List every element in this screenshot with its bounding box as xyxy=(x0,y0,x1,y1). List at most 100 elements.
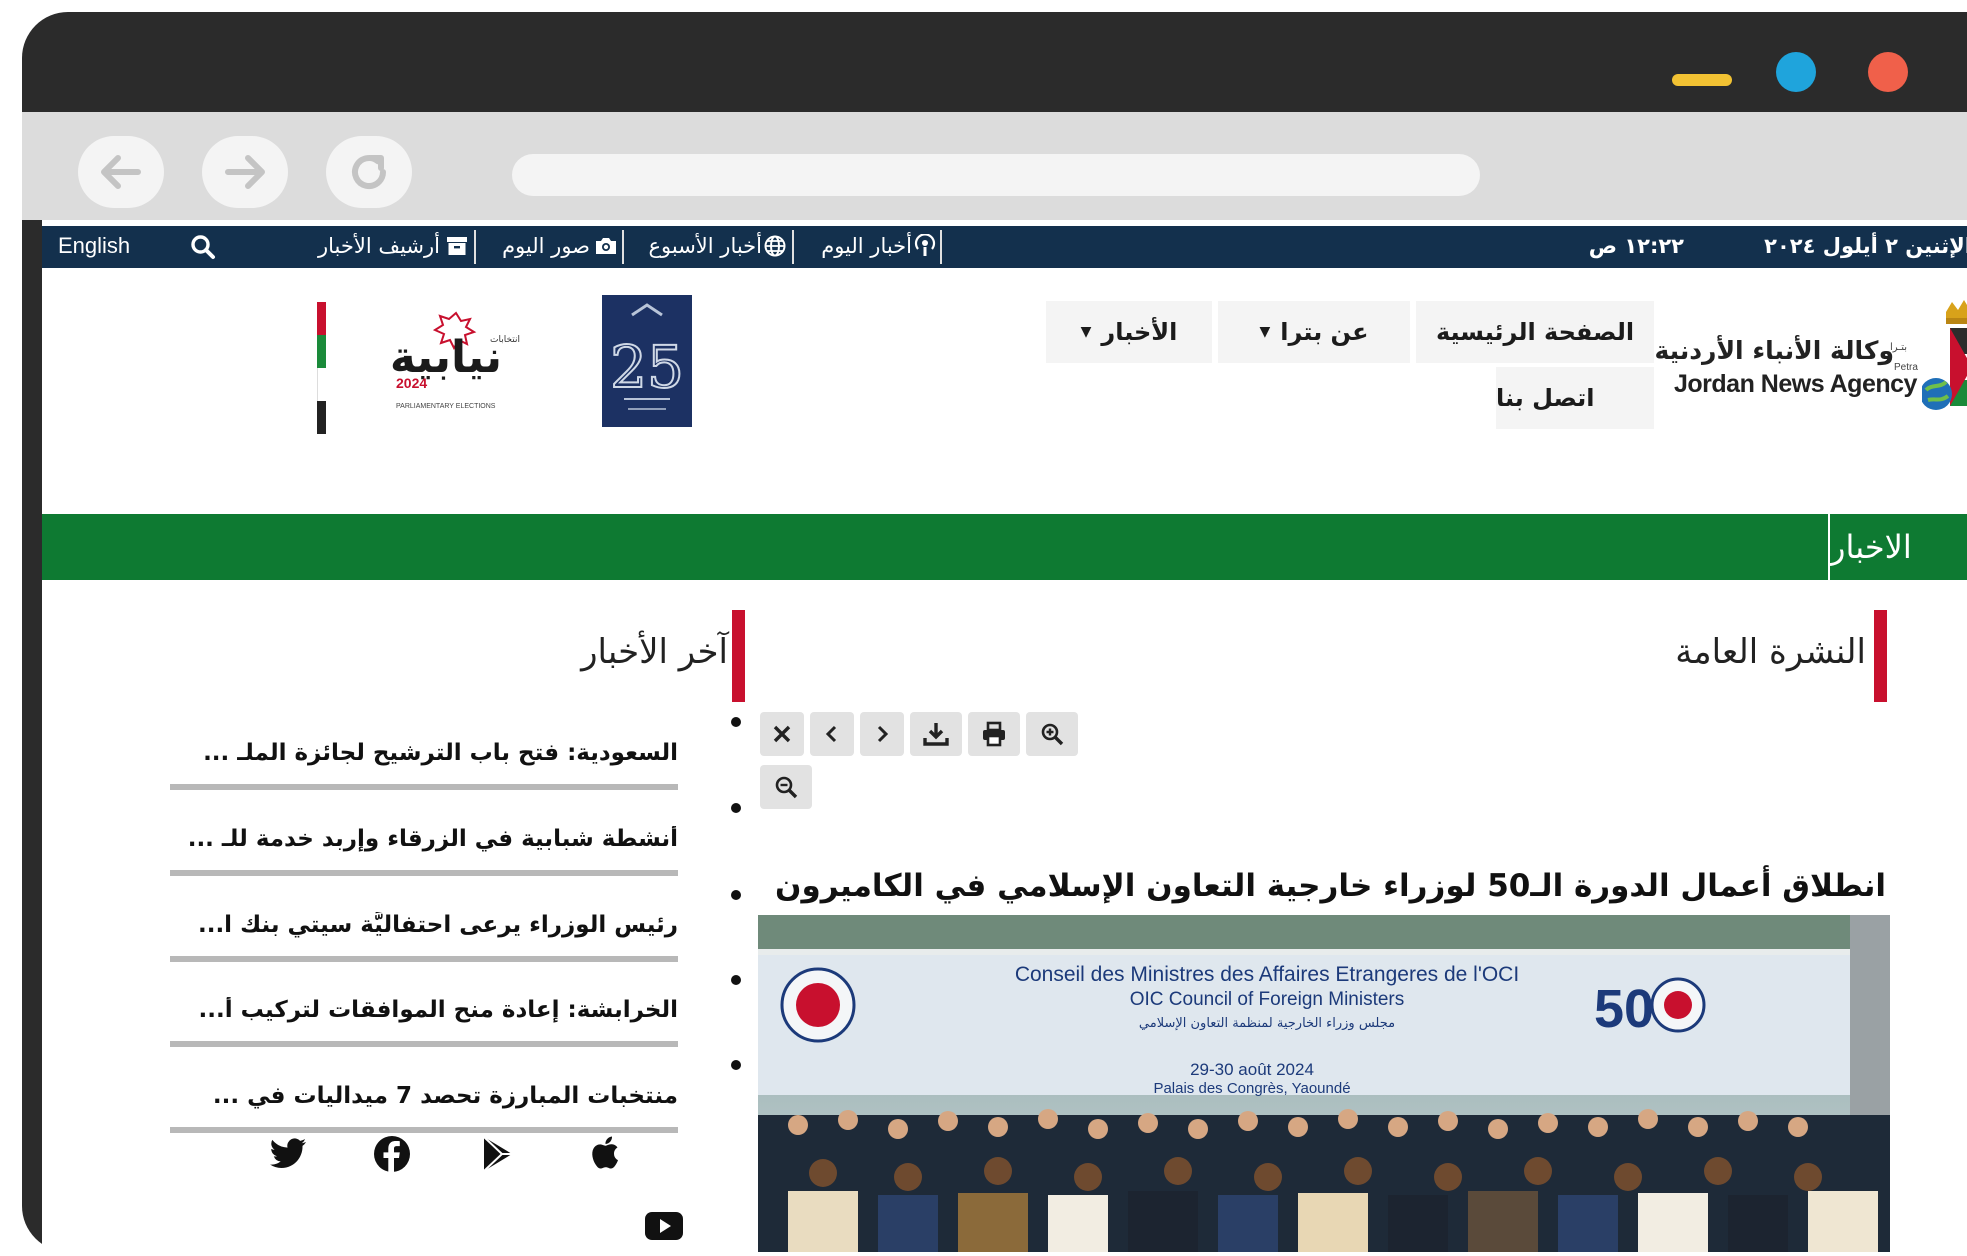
menu-home[interactable]: الصفحة الرئيسية xyxy=(1416,301,1654,363)
today-news-label: أخبار اليوم xyxy=(821,234,912,258)
elections-subtitle: PARLIAMENTARY ELECTIONS xyxy=(396,403,496,410)
list-item[interactable]: رئيس الوزراء يرعى احتفاليَّة سيتي بنك ا.… xyxy=(170,906,678,992)
menu-contact[interactable]: اتصل بنا xyxy=(1496,367,1654,429)
maximize-button[interactable] xyxy=(1776,52,1816,92)
news-item-title: أنشطة شبابية في الزرقاء وإربد خدمة للـ .… xyxy=(187,826,678,852)
close-button[interactable] xyxy=(760,712,804,756)
browser-window: الإثنين ٢ أيلول ٢٠٢٤ ١٢:٢٢ ص أخبار اليوم… xyxy=(22,12,1967,1252)
photo-illustration: Conseil des Ministres des Affaires Etran… xyxy=(758,915,1890,1252)
menu-about[interactable]: عن بترا ▼ xyxy=(1218,301,1410,363)
list-item[interactable]: أنشطة شبابية في الزرقاء وإربد خدمة للـ .… xyxy=(170,820,678,906)
title-bar xyxy=(22,12,1967,112)
bullet xyxy=(731,975,741,985)
reload-button[interactable] xyxy=(326,136,412,208)
news-item-title: السعودية: فتح باب الترشيح لجائزة الملـ .… xyxy=(203,740,678,766)
bullet xyxy=(731,1060,741,1070)
brand-name-en[interactable]: Jordan News Agency xyxy=(1674,370,1917,399)
banner-venue: Palais des Congrès, Yaoundé xyxy=(1153,1080,1350,1097)
banner-english: OIC Council of Foreign Ministers xyxy=(1130,989,1405,1010)
week-news-link[interactable]: أخبار الأسبوع xyxy=(624,226,792,268)
caret-down-icon: ▼ xyxy=(1259,324,1271,340)
brand-name-ar[interactable]: وكالة الأنباء الأردنية xyxy=(1654,336,1894,365)
today-photos-link[interactable]: صور اليوم xyxy=(476,226,622,268)
banner-french: Conseil des Ministres des Affaires Etran… xyxy=(1015,963,1519,986)
divider xyxy=(170,870,678,876)
article-headline[interactable]: انطلاق أعمال الدورة الـ50 لوزراء خارجية … xyxy=(775,868,1886,904)
breadcrumb-label: الاخبار xyxy=(1830,528,1912,566)
divider xyxy=(792,230,794,264)
print-icon xyxy=(983,721,1005,747)
list-item[interactable]: السعودية: فتح باب الترشيح لجائزة الملـ .… xyxy=(170,734,678,820)
apple-icon[interactable] xyxy=(586,1132,626,1172)
language-switch[interactable]: English xyxy=(58,233,130,259)
news-archive-link[interactable]: أرشيف الأخبار xyxy=(318,226,474,268)
menu-home-label: الصفحة الرئيسية xyxy=(1435,318,1635,346)
anniversary-number: 25 xyxy=(610,333,684,401)
today-news-link[interactable]: أخبار اليوم xyxy=(794,226,940,268)
general-bulletin-title: النشرة العامة xyxy=(1675,632,1866,672)
download-button[interactable] xyxy=(910,712,962,756)
elections-banner[interactable]: نيابية انتخابات 2024 PARLIAMENTARY ELECT… xyxy=(390,305,542,423)
week-news-label: أخبار الأسبوع xyxy=(648,234,763,258)
caret-down-icon: ▼ xyxy=(1080,324,1092,340)
news-item-title: الخرابشة: إعادة منح الموافقات لتركيب أ..… xyxy=(198,997,678,1023)
section-marker xyxy=(732,610,745,702)
twitter-icon[interactable] xyxy=(268,1134,308,1174)
youtube-icon[interactable] xyxy=(644,1206,684,1246)
bullet xyxy=(731,890,741,900)
facebook-icon[interactable] xyxy=(372,1134,412,1174)
current-date: الإثنين ٢ أيلول ٢٠٢٤ xyxy=(1764,234,1967,258)
page-viewport: الإثنين ٢ أيلول ٢٠٢٤ ١٢:٢٢ ص أخبار اليوم… xyxy=(42,220,1967,1252)
anniversary-emblem[interactable]: 25 xyxy=(602,295,692,427)
latest-news-title: آخر الأخبار xyxy=(581,632,728,672)
minimize-button[interactable] xyxy=(1672,74,1732,86)
site-top-bar: الإثنين ٢ أيلول ٢٠٢٤ ١٢:٢٢ ص أخبار اليوم… xyxy=(42,226,1967,268)
chevron-right-icon xyxy=(877,725,889,743)
menu-news-label: الأخبار xyxy=(1101,318,1178,346)
previous-button[interactable] xyxy=(810,712,854,756)
camera-icon xyxy=(596,238,616,254)
close-icon xyxy=(773,725,791,743)
reload-icon xyxy=(352,155,386,189)
silver-jubilee-emblem-icon: 25 xyxy=(609,303,685,410)
search-icon[interactable] xyxy=(190,234,216,260)
archive-icon xyxy=(447,237,467,255)
elections-year: 2024 xyxy=(396,375,428,391)
browser-toolbar xyxy=(22,112,1967,220)
section-bar xyxy=(42,514,1967,580)
divider xyxy=(474,230,476,264)
petra-logo[interactable] xyxy=(1920,298,1967,418)
arrow-right-icon xyxy=(225,155,265,189)
current-time: ١٢:٢٢ ص xyxy=(1588,234,1684,258)
today-photos-label: صور اليوم xyxy=(502,234,590,258)
google-play-icon[interactable] xyxy=(478,1134,518,1174)
arrow-left-icon xyxy=(101,155,141,189)
divider xyxy=(170,1041,678,1047)
menu-news[interactable]: الأخبار ▼ xyxy=(1046,301,1212,363)
news-item-title: رئيس الوزراء يرعى احتفاليَّة سيتي بنك ا.… xyxy=(197,912,678,938)
menu-about-label: عن بترا xyxy=(1280,318,1369,346)
list-item[interactable]: الخرابشة: إعادة منح الموافقات لتركيب أ..… xyxy=(170,991,678,1077)
divider xyxy=(170,784,678,790)
zoom-in-icon xyxy=(1041,723,1064,746)
breadcrumb[interactable]: الاخبار xyxy=(1828,514,1967,580)
divider xyxy=(170,956,678,962)
flag-color-bar xyxy=(317,302,326,434)
zoom-out-button[interactable] xyxy=(760,765,812,809)
print-button[interactable] xyxy=(968,712,1020,756)
back-button[interactable] xyxy=(78,136,164,208)
news-item-title: منتخبات المبارزة تحصد 7 ميداليات في ... xyxy=(212,1083,678,1109)
chevron-left-icon xyxy=(825,725,837,743)
podcast-icon xyxy=(914,234,936,256)
next-button[interactable] xyxy=(860,712,904,756)
elections-tag: انتخابات xyxy=(490,335,520,345)
banner-dates: 29-30 août 2024 xyxy=(1190,1060,1314,1079)
address-bar[interactable] xyxy=(512,154,1480,196)
zoom-in-button[interactable] xyxy=(1026,712,1078,756)
close-window-button[interactable] xyxy=(1868,52,1908,92)
forward-button[interactable] xyxy=(202,136,288,208)
bullet xyxy=(731,717,741,727)
article-photo[interactable]: Conseil des Ministres des Affaires Etran… xyxy=(758,915,1890,1252)
divider xyxy=(622,230,624,264)
bullet xyxy=(731,803,741,813)
